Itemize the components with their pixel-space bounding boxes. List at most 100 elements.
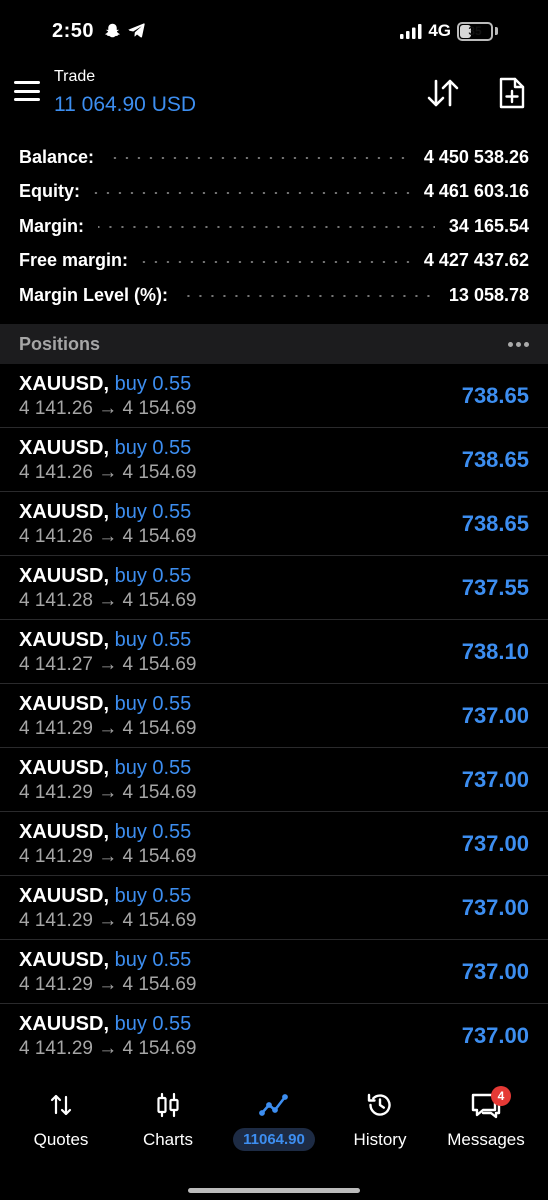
position-profit: 738.65 <box>461 383 529 408</box>
position-profit: 737.00 <box>461 1023 529 1048</box>
summary-label: Balance: <box>19 146 95 167</box>
summary-row-balance: Balance: 4 450 538.26 <box>0 140 548 175</box>
page-title: Trade <box>54 68 96 85</box>
position-row[interactable]: XAUUSD, buy 0.55 4 141.26 → 4 154.69 738… <box>0 492 548 556</box>
summary-value: 34 165.54 <box>448 215 529 236</box>
summary-row-margin-level: Margin Level (%): 13 058.78 <box>0 278 548 313</box>
new-order-icon[interactable] <box>494 74 530 112</box>
battery-tip <box>495 27 498 35</box>
position-symbol: XAUUSD, <box>19 693 110 715</box>
position-row[interactable]: XAUUSD, buy 0.55 4 141.29 → 4 154.69 737… <box>0 876 548 940</box>
nav-charts[interactable]: Charts <box>120 1090 216 1150</box>
summary-label: Equity: <box>19 181 80 202</box>
app-header: Trade 11 064.90 USD <box>0 62 548 126</box>
position-prices: 4 141.26 → 4 154.69 <box>19 526 197 547</box>
position-prices: 4 141.26 → 4 154.69 <box>19 462 197 483</box>
position-row[interactable]: XAUUSD, buy 0.55 4 141.29 → 4 154.69 737… <box>0 1004 548 1068</box>
positions-list: XAUUSD, buy 0.55 4 141.26 → 4 154.69 738… <box>0 364 548 1068</box>
position-symbol: XAUUSD, <box>19 565 110 587</box>
summary-row-free-margin: Free margin: 4 427 437.62 <box>0 244 548 279</box>
position-profit: 737.00 <box>461 959 529 984</box>
status-notification-icons <box>104 22 145 39</box>
position-row[interactable]: XAUUSD, buy 0.55 4 141.29 → 4 154.69 737… <box>0 940 548 1004</box>
position-symbol: XAUUSD, <box>19 885 110 907</box>
position-prices: 4 141.29 → 4 154.69 <box>19 910 197 931</box>
position-prices: 4 141.29 → 4 154.69 <box>19 718 197 739</box>
position-row[interactable]: XAUUSD, buy 0.55 4 141.26 → 4 154.69 738… <box>0 364 548 428</box>
position-symbol: XAUUSD, <box>19 501 110 523</box>
position-symbol: XAUUSD, <box>19 1013 110 1035</box>
position-row[interactable]: XAUUSD, buy 0.55 4 141.28 → 4 154.69 737… <box>0 556 548 620</box>
position-profit: 737.00 <box>461 831 529 856</box>
summary-value: 4 427 437.62 <box>423 250 529 271</box>
trade-trend-icon <box>259 1090 289 1120</box>
summary-value: 4 450 538.26 <box>423 146 529 167</box>
position-row[interactable]: XAUUSD, buy 0.55 4 141.29 → 4 154.69 737… <box>0 812 548 876</box>
summary-value: 13 058.78 <box>448 284 529 305</box>
sort-arrows-icon[interactable] <box>422 74 464 112</box>
position-side: buy 0.55 <box>114 629 192 651</box>
summary-label: Margin Level (%): <box>19 284 169 305</box>
position-symbol: XAUUSD, <box>19 629 110 651</box>
position-profit: 738.65 <box>461 511 529 536</box>
nav-charts-label: Charts <box>142 1130 194 1149</box>
more-options-icon[interactable] <box>508 341 529 347</box>
nav-trade-balance-pill: 11064.90 <box>233 1128 315 1151</box>
position-row[interactable]: XAUUSD, buy 0.55 4 141.29 → 4 154.69 737… <box>0 748 548 812</box>
nav-quotes-label: Quotes <box>33 1130 89 1149</box>
position-profit: 738.65 <box>461 447 529 472</box>
telegram-icon <box>127 23 145 38</box>
summary-label: Free margin: <box>19 250 129 271</box>
nav-history-label: History <box>353 1130 407 1149</box>
dotted-leader <box>108 157 410 160</box>
battery-percent: 35 <box>468 24 482 38</box>
dotted-leader <box>98 226 435 229</box>
account-summary: Balance: 4 450 538.26 Equity: 4 461 603.… <box>0 140 548 313</box>
nav-history[interactable]: History <box>332 1090 428 1150</box>
positions-title: Positions <box>19 333 101 354</box>
dotted-leader <box>94 191 410 194</box>
position-row[interactable]: XAUUSD, buy 0.55 4 141.26 → 4 154.69 738… <box>0 428 548 492</box>
candlestick-chart-icon <box>155 1090 181 1120</box>
nav-messages-label: Messages <box>447 1130 525 1149</box>
hamburger-menu-icon[interactable] <box>12 78 42 104</box>
home-indicator[interactable] <box>188 1188 360 1193</box>
snapchat-icon <box>105 23 120 38</box>
position-profit: 737.00 <box>461 895 529 920</box>
position-profit: 737.55 <box>461 575 529 600</box>
status-right: 4G 35 <box>400 21 498 41</box>
position-side: buy 0.55 <box>114 565 192 587</box>
position-symbol: XAUUSD, <box>19 949 110 971</box>
position-row[interactable]: XAUUSD, buy 0.55 4 141.27 → 4 154.69 738… <box>0 620 548 684</box>
header-balance: 11 064.90 USD <box>54 93 197 116</box>
position-prices: 4 141.29 → 4 154.69 <box>19 1038 197 1059</box>
position-side: buy 0.55 <box>114 373 192 395</box>
position-symbol: XAUUSD, <box>19 821 110 843</box>
position-profit: 738.10 <box>461 639 529 664</box>
positions-section-header: Positions <box>0 324 548 364</box>
bottom-navigation: Quotes Charts 11064.90 History 4 Message… <box>0 1076 548 1176</box>
signal-icon <box>400 23 422 39</box>
position-prices: 4 141.28 → 4 154.69 <box>19 590 197 611</box>
position-row[interactable]: XAUUSD, buy 0.55 4 141.29 → 4 154.69 737… <box>0 684 548 748</box>
messages-badge: 4 <box>491 1086 511 1106</box>
position-side: buy 0.55 <box>114 693 192 715</box>
nav-messages[interactable]: 4 Messages <box>438 1086 534 1150</box>
position-symbol: XAUUSD, <box>19 437 110 459</box>
position-side: buy 0.55 <box>114 821 192 843</box>
summary-label: Margin: <box>19 215 84 236</box>
status-time: 2:50 <box>52 20 95 42</box>
nav-trade[interactable]: 11064.90 <box>226 1090 322 1151</box>
quotes-arrows-icon <box>49 1090 73 1120</box>
dotted-leader <box>142 260 410 263</box>
summary-value: 4 461 603.16 <box>423 181 529 202</box>
position-side: buy 0.55 <box>114 885 192 907</box>
nav-quotes[interactable]: Quotes <box>13 1090 109 1150</box>
dotted-leader <box>182 295 435 298</box>
status-bar: 2:50 4G 35 <box>0 0 548 62</box>
position-symbol: XAUUSD, <box>19 757 110 779</box>
history-clock-icon <box>366 1090 394 1120</box>
position-prices: 4 141.29 → 4 154.69 <box>19 782 197 803</box>
summary-row-equity: Equity: 4 461 603.16 <box>0 175 548 210</box>
position-prices: 4 141.29 → 4 154.69 <box>19 846 197 867</box>
